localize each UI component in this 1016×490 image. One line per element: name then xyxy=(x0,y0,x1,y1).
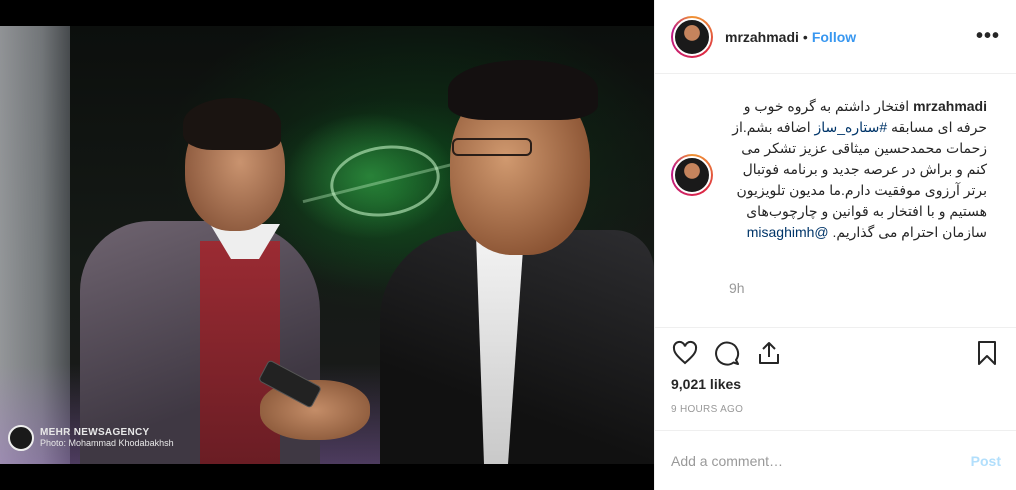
instagram-post: MEHR NEWSAGENCY Photo: Mohammad Khodabak… xyxy=(0,0,1016,490)
person-right-hair xyxy=(448,60,598,120)
caption-hashtag[interactable]: #ستاره_ساز xyxy=(815,119,888,135)
heart-icon[interactable] xyxy=(671,339,699,367)
caption-time: 9h xyxy=(729,280,745,296)
more-options-icon[interactable]: ••• xyxy=(976,25,1000,48)
post-timestamp[interactable]: 9 HOURS AGO xyxy=(671,404,743,415)
person-left-hair xyxy=(183,98,281,150)
news-agency-logo xyxy=(8,425,34,451)
caption-mention[interactable]: @misaghimh xyxy=(747,224,829,240)
comment-input[interactable] xyxy=(671,452,971,469)
caption-body-2: اضافه بشم.از زحمات محمدحسین میثاقی عزیز … xyxy=(732,119,987,240)
post-photo[interactable]: MEHR NEWSAGENCY Photo: Mohammad Khodabak… xyxy=(0,0,654,490)
comment-icon[interactable] xyxy=(713,339,741,367)
bookmark-icon[interactable] xyxy=(973,339,1001,367)
caption-username[interactable]: mrzahmadi xyxy=(913,98,987,114)
comments-section: mrzahmadi افتخار داشتم به گروه خوب و حرف… xyxy=(655,74,1016,326)
caption-avatar[interactable] xyxy=(673,156,711,194)
avatar[interactable] xyxy=(673,17,711,56)
add-comment-bar: Post xyxy=(655,430,1016,490)
watermark-brand: MEHR NEWSAGENCY xyxy=(40,427,150,438)
person-left-sweater xyxy=(200,241,280,464)
header-avatar-ring[interactable] xyxy=(671,15,713,58)
watermark-credit: Photo: Mohammad Khodabakhsh xyxy=(40,438,174,448)
likes-count[interactable]: 9,021 likes xyxy=(671,376,741,392)
photo-watermark: MEHR NEWSAGENCY Photo: Mohammad Khodabak… xyxy=(8,425,174,451)
watermark-text: MEHR NEWSAGENCY Photo: Mohammad Khodabak… xyxy=(40,427,174,449)
caption-row: mrzahmadi افتخار داشتم به گروه خوب و حرف… xyxy=(671,96,1000,243)
follow-button[interactable]: Follow xyxy=(812,29,856,45)
action-bar xyxy=(655,327,1016,377)
person-right xyxy=(260,60,654,464)
share-icon[interactable] xyxy=(755,339,783,367)
person-right-glasses xyxy=(452,138,532,156)
post-comment-button[interactable]: Post xyxy=(971,453,1001,469)
post-header: mrzahmadi • Follow ••• xyxy=(655,0,1016,74)
header-separator: • xyxy=(802,28,808,45)
caption-text: mrzahmadi افتخار داشتم به گروه خوب و حرف… xyxy=(731,96,987,243)
post-sidebar: mrzahmadi • Follow ••• mrzahmadi افتخار … xyxy=(654,0,1016,490)
header-username[interactable]: mrzahmadi xyxy=(725,29,799,45)
caption-avatar-ring[interactable] xyxy=(671,154,713,196)
